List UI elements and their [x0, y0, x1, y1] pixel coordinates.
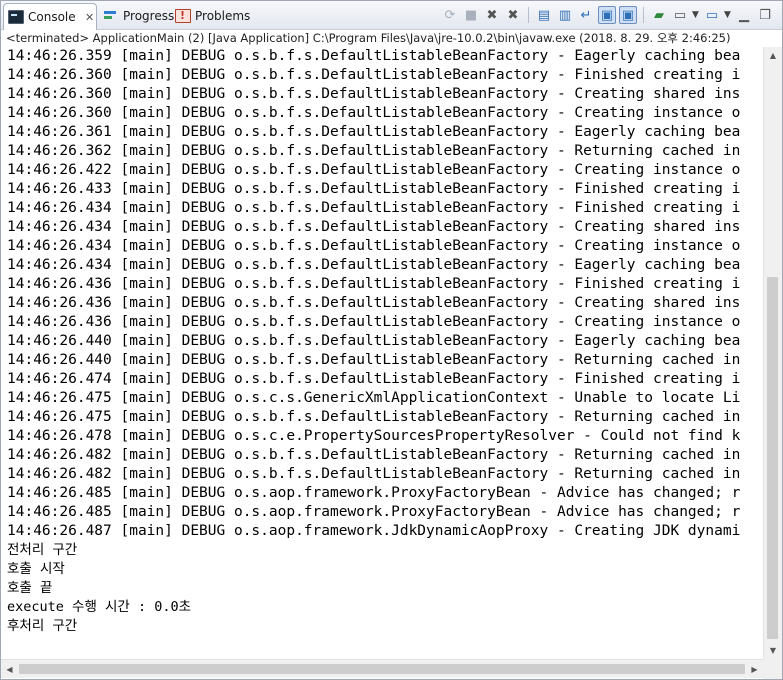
- chevron-down-icon[interactable]: ▼: [724, 10, 732, 20]
- console-log-line: 14:46:26.474 [main] DEBUG o.s.b.f.s.Defa…: [7, 371, 741, 387]
- console-output-line: 전처리 구간: [7, 542, 78, 558]
- console-log-line: 14:46:26.436 [main] DEBUG o.s.b.f.s.Defa…: [7, 276, 741, 292]
- remove-all-terminated-icon[interactable]: ✖: [504, 6, 522, 24]
- toolbar-separator: [528, 7, 529, 23]
- console-output-line: 후처리 구간: [7, 618, 78, 634]
- process-status-label: <terminated> ApplicationMain (2) [Java A…: [6, 31, 731, 45]
- console-log-line: 14:46:26.485 [main] DEBUG o.s.aop.framew…: [7, 485, 741, 501]
- console-log-line: 14:46:26.478 [main] DEBUG o.s.c.e.Proper…: [7, 428, 741, 444]
- scroll-up-icon[interactable]: ▲: [764, 47, 782, 64]
- console-text-area[interactable]: 14:46:26.359 [main] DEBUG o.s.b.f.s.Defa…: [1, 47, 763, 659]
- console-log-line: 14:46:26.361 [main] DEBUG o.s.b.f.s.Defa…: [7, 124, 741, 140]
- console-log-line: 14:46:26.440 [main] DEBUG o.s.b.f.s.Defa…: [7, 333, 741, 349]
- vertical-scrollbar[interactable]: ▲ ▼: [763, 47, 782, 659]
- console-output-line: 호출 끝: [7, 580, 53, 596]
- console-view: Console ✕ Progress Problems ⟳ ■ ✖ ✖ ▤ ▥ …: [0, 0, 783, 680]
- open-console-icon[interactable]: ▭: [703, 6, 721, 24]
- tab-problems-label: Problems: [195, 8, 251, 23]
- clear-console-icon[interactable]: ▤: [535, 6, 553, 24]
- tab-progress[interactable]: Progress: [99, 3, 174, 28]
- scrollbar-corner: [763, 659, 782, 679]
- console-log-line: 14:46:26.440 [main] DEBUG o.s.b.f.s.Defa…: [7, 352, 741, 368]
- vertical-scroll-thumb[interactable]: [767, 277, 778, 639]
- display-console-icon[interactable]: ▭: [671, 6, 689, 24]
- console-log-line: 14:46:26.475 [main] DEBUG o.s.b.f.s.Defa…: [7, 409, 741, 425]
- scroll-left-icon[interactable]: ◀: [1, 660, 18, 678]
- console-output-line: execute 수행 시간 : 0.0초: [7, 599, 192, 615]
- scroll-lock-icon[interactable]: ▥: [556, 6, 574, 24]
- tab-progress-label: Progress: [123, 8, 175, 23]
- minimize-icon[interactable]: ▁: [735, 6, 753, 24]
- console-log-line: 14:46:26.434 [main] DEBUG o.s.b.f.s.Defa…: [7, 257, 741, 273]
- scroll-right-icon[interactable]: ▶: [746, 660, 763, 678]
- view-tab-bar: Console ✕ Progress Problems ⟳ ■ ✖ ✖ ▤ ▥ …: [1, 1, 782, 30]
- console-log-line: 14:46:26.359 [main] DEBUG o.s.b.f.s.Defa…: [7, 48, 741, 64]
- show-on-stderr-icon[interactable]: ▣: [619, 6, 637, 24]
- progress-icon: [103, 9, 119, 23]
- console-icon: [8, 10, 24, 24]
- console-log-line: 14:46:26.360 [main] DEBUG o.s.b.f.s.Defa…: [7, 105, 741, 121]
- console-log-line: 14:46:26.434 [main] DEBUG o.s.b.f.s.Defa…: [7, 200, 741, 216]
- tab-problems[interactable]: Problems: [171, 3, 250, 28]
- console-log-line: 14:46:26.485 [main] DEBUG o.s.aop.framew…: [7, 504, 741, 520]
- console-log-line: 14:46:26.360 [main] DEBUG o.s.b.f.s.Defa…: [7, 86, 741, 102]
- console-log-line: 14:46:26.487 [main] DEBUG o.s.aop.framew…: [7, 523, 741, 539]
- console-log-line: 14:46:26.360 [main] DEBUG o.s.b.f.s.Defa…: [7, 67, 741, 83]
- horizontal-scroll-thumb[interactable]: [19, 664, 745, 674]
- console-log-line: 14:46:26.436 [main] DEBUG o.s.b.f.s.Defa…: [7, 295, 741, 311]
- tab-console-label: Console: [28, 10, 76, 24]
- maximize-icon[interactable]: ❐: [756, 6, 774, 24]
- toolbar-separator: [643, 7, 644, 23]
- tab-console[interactable]: Console ✕: [3, 3, 97, 30]
- console-log-line: 14:46:26.422 [main] DEBUG o.s.b.f.s.Defa…: [7, 162, 741, 178]
- console-log-line: 14:46:26.434 [main] DEBUG o.s.b.f.s.Defa…: [7, 238, 741, 254]
- console-log-line: 14:46:26.433 [main] DEBUG o.s.b.f.s.Defa…: [7, 181, 741, 197]
- pin-console-icon[interactable]: ▰: [650, 6, 668, 24]
- console-log-line: 14:46:26.475 [main] DEBUG o.s.c.s.Generi…: [7, 390, 741, 406]
- terminate-icon[interactable]: ■: [462, 6, 480, 24]
- word-wrap-icon[interactable]: ↵: [577, 6, 595, 24]
- console-log-line: 14:46:26.436 [main] DEBUG o.s.b.f.s.Defa…: [7, 314, 741, 330]
- remove-launch-icon[interactable]: ✖: [483, 6, 501, 24]
- console-log-line: 14:46:26.362 [main] DEBUG o.s.b.f.s.Defa…: [7, 143, 741, 159]
- problems-icon: [175, 8, 191, 23]
- scroll-down-icon[interactable]: ▼: [764, 642, 782, 659]
- console-log-line: 14:46:26.482 [main] DEBUG o.s.b.f.s.Defa…: [7, 447, 741, 463]
- horizontal-scrollbar[interactable]: ◀ ▶: [1, 659, 763, 678]
- console-output-line: 호출 시작: [7, 561, 65, 577]
- console-log-line: 14:46:26.434 [main] DEBUG o.s.b.f.s.Defa…: [7, 219, 741, 235]
- show-on-stdout-icon[interactable]: ▣: [598, 6, 616, 24]
- sync-icon[interactable]: ⟳: [441, 6, 459, 24]
- console-toolbar: ⟳ ■ ✖ ✖ ▤ ▥ ↵ ▣ ▣ ▰ ▭ ▼ ▭ ▼ ▁ ❐: [441, 5, 774, 25]
- chevron-down-icon[interactable]: ▼: [692, 10, 700, 20]
- console-log-line: 14:46:26.482 [main] DEBUG o.s.b.f.s.Defa…: [7, 466, 741, 482]
- close-icon[interactable]: ✕: [84, 11, 96, 24]
